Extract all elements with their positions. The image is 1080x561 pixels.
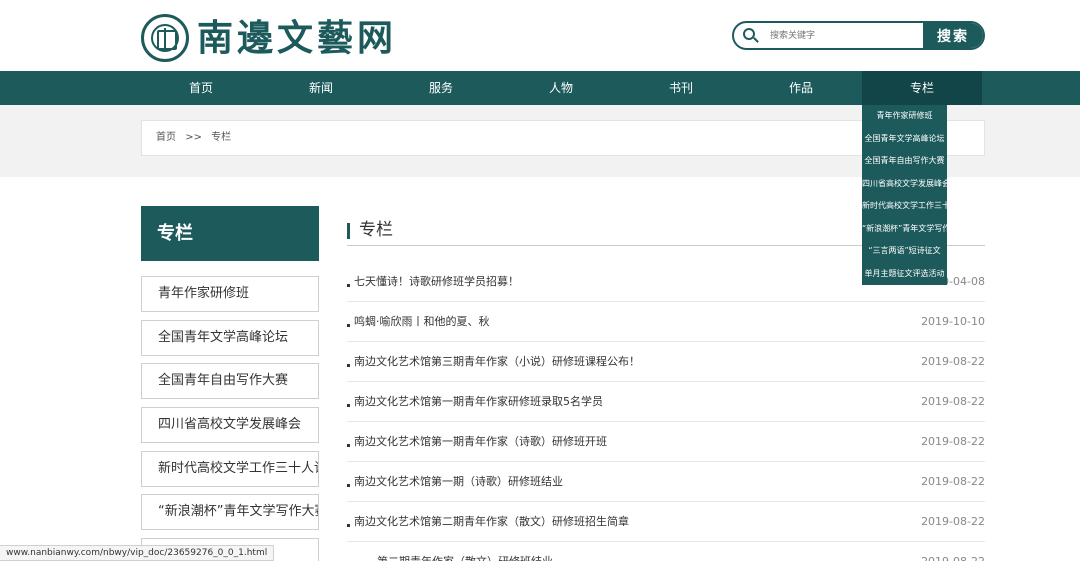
dropdown-item[interactable]: 新时代高校文学工作三十人论坛	[862, 195, 947, 218]
article-row[interactable]: 南边文化艺术馆第二期青年作家（散文）研修班招生简章 2019-08-22	[347, 502, 985, 542]
article-date: 2019-08-22	[921, 515, 985, 528]
bullet-icon	[347, 364, 350, 367]
article-date: 2019-08-22	[921, 395, 985, 408]
sidebar-item[interactable]: 新时代高校文学工作三十人论坛	[141, 451, 319, 487]
section-header-bar	[347, 223, 350, 239]
dropdown-item[interactable]: 四川省高校文学发展峰会	[862, 173, 947, 196]
article-title[interactable]: 南边文化艺术馆第一期（诗歌）研修班结业	[354, 462, 563, 502]
site-header: 南邊文藝网 搜索	[0, 0, 1080, 71]
article-row[interactable]: 南边文化艺术馆第三期青年作家（小说）研修班课程公布！ 2019-08-22	[347, 342, 985, 382]
nav-item-services[interactable]: 服务	[381, 71, 501, 105]
search-icon	[734, 23, 764, 48]
browser-status-url: www.nanbianwy.com/nbwy/vip_doc/23659276_…	[0, 545, 275, 561]
article-date: 2019-08-22	[921, 435, 985, 448]
article-title[interactable]: 第二期青年作家（散文）研修班结业	[377, 542, 553, 561]
breadcrumb-current: 专栏	[211, 132, 232, 143]
search-input[interactable]	[764, 23, 923, 48]
bullet-icon	[347, 284, 350, 287]
nav-item-people[interactable]: 人物	[501, 71, 621, 105]
nav-item-publications[interactable]: 书刊	[621, 71, 741, 105]
search-bar: 搜索	[732, 21, 985, 50]
dropdown-item[interactable]: 青年作家研修班	[862, 105, 947, 128]
bullet-icon	[347, 524, 350, 527]
article-title[interactable]: 七天懂诗！诗歌研修班学员招募！	[354, 262, 519, 302]
site-logo-text[interactable]: 南邊文藝网	[197, 14, 397, 62]
sidebar-title: 专栏	[141, 206, 319, 261]
article-row[interactable]: 南边文化艺术馆第一期（诗歌）研修班结业 2019-08-22	[347, 462, 985, 502]
article-title[interactable]: 南边文化艺术馆第一期青年作家（诗歌）研修班开班	[354, 422, 607, 462]
sidebar-item[interactable]: 全国青年自由写作大赛	[141, 363, 319, 399]
sidebar-item[interactable]: 全国青年文学高峰论坛	[141, 320, 319, 356]
nav-item-news[interactable]: 新闻	[261, 71, 381, 105]
nav-dropdown-columns: 青年作家研修班 全国青年文学高峰论坛 全国青年自由写作大赛 四川省高校文学发展峰…	[862, 105, 947, 285]
logo-seal-icon[interactable]	[141, 14, 189, 62]
article-row[interactable]: 南边文化艺术馆第一期青年作家研修班录取5名学员 2019-08-22	[347, 382, 985, 422]
main-nav: 首页 新闻 服务 人物 书刊 作品 专栏	[0, 71, 1080, 105]
breadcrumb-home-link[interactable]: 首页	[156, 132, 176, 143]
bullet-icon	[347, 324, 350, 327]
sidebar-item[interactable]: “新浪潮杯”青年文学写作大赛	[141, 494, 319, 530]
article-row[interactable]: 南边文化艺术馆第一期青年作家（诗歌）研修班开班 2019-08-22	[347, 422, 985, 462]
article-row[interactable]: 鸣蜩·喻欣雨丨和他的夏、秋 2019-10-10	[347, 302, 985, 342]
search-button[interactable]: 搜索	[923, 23, 983, 48]
bullet-icon	[347, 444, 350, 447]
dropdown-item[interactable]: 全国青年自由写作大赛	[862, 150, 947, 173]
article-title[interactable]: 南边文化艺术馆第三期青年作家（小说）研修班课程公布！	[354, 342, 640, 382]
sidebar-item[interactable]: 四川省高校文学发展峰会	[141, 407, 319, 443]
bullet-icon	[347, 404, 350, 407]
breadcrumb-separator: >>	[185, 132, 202, 143]
article-title[interactable]: 南边文化艺术馆第一期青年作家研修班录取5名学员	[354, 382, 603, 422]
dropdown-item[interactable]: 单月主题征文评选活动	[862, 263, 947, 286]
dropdown-item[interactable]: 全国青年文学高峰论坛	[862, 128, 947, 151]
sidebar-item[interactable]: 青年作家研修班	[141, 276, 319, 312]
section-title: 专栏	[359, 220, 393, 240]
dropdown-item[interactable]: “新浪潮杯”青年文学写作大赛	[862, 218, 947, 241]
nav-item-works[interactable]: 作品	[741, 71, 861, 105]
article-row[interactable]: 第二期青年作家（散文）研修班结业 2019-08-22	[347, 542, 985, 561]
article-date: 2019-10-10	[921, 315, 985, 328]
dropdown-item[interactable]: “三言两语”短诗征文	[862, 240, 947, 263]
article-date: 2019-08-22	[921, 475, 985, 488]
article-title[interactable]: 鸣蜩·喻欣雨丨和他的夏、秋	[354, 302, 490, 342]
breadcrumb: 首页 >> 专栏	[141, 120, 985, 156]
article-date: 2019-08-22	[921, 355, 985, 368]
bullet-icon	[347, 484, 350, 487]
article-date: 2019-08-22	[921, 542, 985, 561]
nav-item-home[interactable]: 首页	[141, 71, 261, 105]
article-title[interactable]: 南边文化艺术馆第二期青年作家（散文）研修班招生简章	[354, 502, 629, 542]
nav-item-columns[interactable]: 专栏	[862, 71, 982, 105]
